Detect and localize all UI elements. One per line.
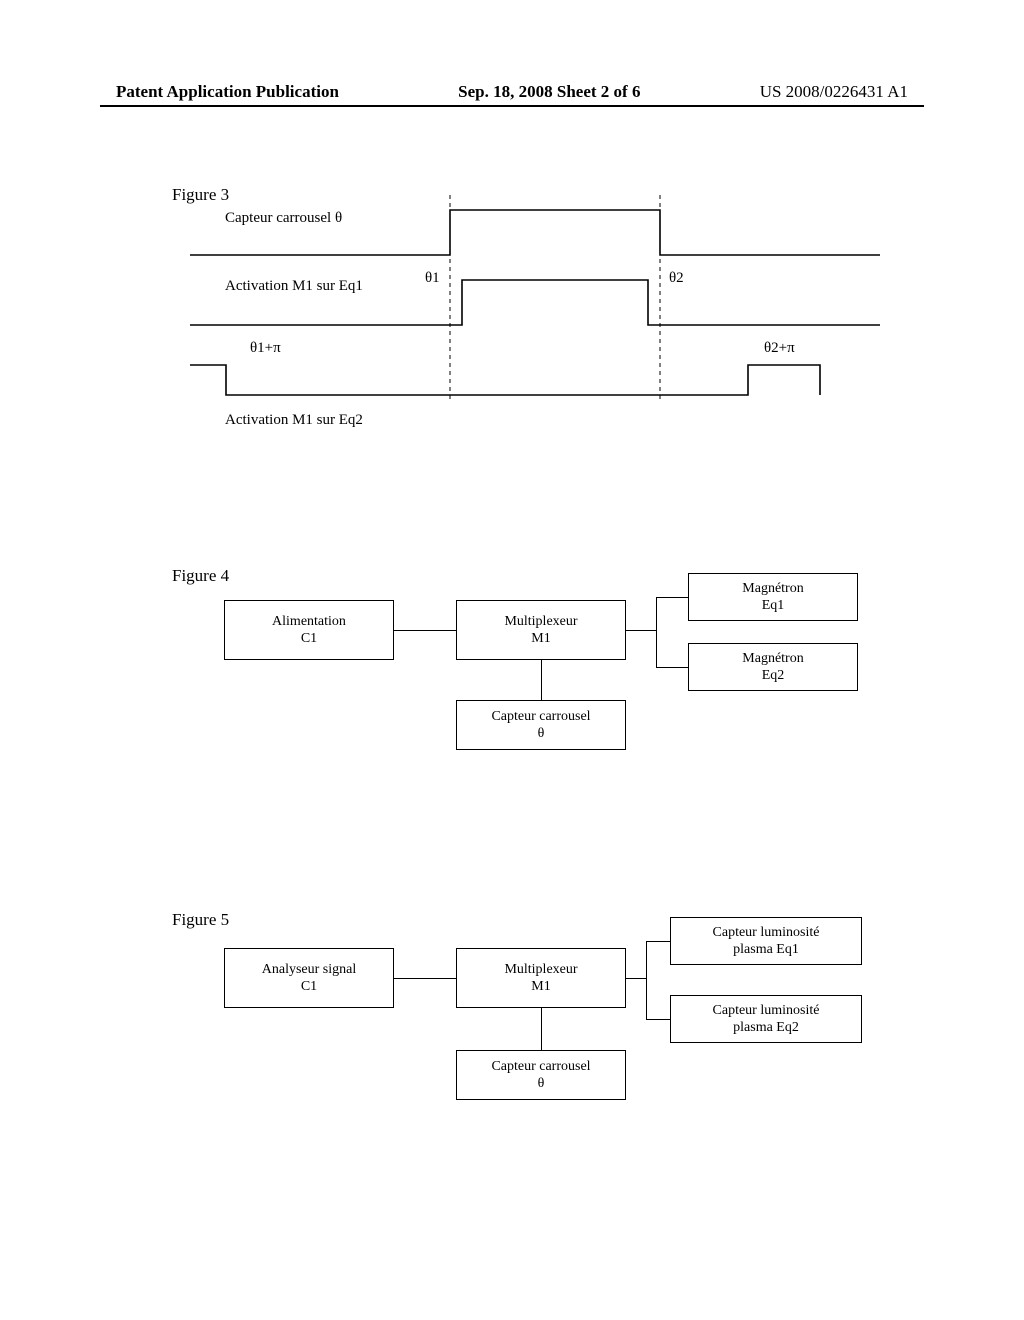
timing-svg [190, 195, 880, 405]
fig5-c1-line2: C1 [301, 979, 317, 994]
fig5-conn-to-eq2 [646, 1019, 670, 1020]
fig4-eq2-line1: Magnétron [742, 651, 803, 666]
header-center: Sep. 18, 2008 Sheet 2 of 6 [458, 82, 640, 102]
fig4-box-multiplexeur-m1: Multiplexeur M1 [456, 600, 626, 660]
fig4-conn-m1-th [541, 660, 542, 700]
fig4-eq1-line2: Eq1 [762, 598, 785, 613]
fig5-box-capteur-lum-eq2: Capteur luminosité plasma Eq2 [670, 995, 862, 1043]
fig5-eq1-line1: Capteur luminosité [713, 925, 820, 940]
fig5-box-capteur-carrousel: Capteur carrousel θ [456, 1050, 626, 1100]
fig4-box-capteur-carrousel: Capteur carrousel θ [456, 700, 626, 750]
fig4-eq2-line2: Eq2 [762, 668, 785, 683]
fig4-th-line1: Capteur carrousel [491, 709, 590, 724]
fig4-m1-line1: Multiplexeur [504, 614, 577, 629]
fig4-conn-to-eq1 [656, 597, 688, 598]
fig5-eq1-line2: plasma Eq1 [733, 942, 799, 957]
header-left: Patent Application Publication [116, 82, 339, 102]
fig5-conn-c1-m1 [394, 978, 456, 979]
fig4-th-line2: θ [538, 726, 545, 741]
page-header: Patent Application Publication Sep. 18, … [116, 82, 908, 102]
fig4-conn-c1-m1 [394, 630, 456, 631]
fig4-conn-m1-right [626, 630, 656, 631]
fig5-th-line2: θ [538, 1076, 545, 1091]
fig5-m1-line2: M1 [531, 979, 550, 994]
fig5-eq2-line2: plasma Eq2 [733, 1020, 799, 1035]
fig4-conn-fork-v [656, 597, 657, 667]
fig5-th-line1: Capteur carrousel [491, 1059, 590, 1074]
fig4-conn-to-eq2 [656, 667, 688, 668]
fig4-m1-line2: M1 [531, 631, 550, 646]
fig5-conn-to-eq1 [646, 941, 670, 942]
figure-5-title: Figure 5 [172, 910, 229, 930]
header-rule [100, 105, 924, 107]
fig5-eq2-line1: Capteur luminosité [713, 1003, 820, 1018]
header-right: US 2008/0226431 A1 [760, 82, 908, 102]
fig5-conn-fork-v [646, 941, 647, 1019]
fig5-m1-line1: Multiplexeur [504, 962, 577, 977]
fig5-box-multiplexeur-m1: Multiplexeur M1 [456, 948, 626, 1008]
fig5-c1-line1: Analyseur signal [262, 962, 356, 977]
fig5-box-analyseur-c1: Analyseur signal C1 [224, 948, 394, 1008]
figure-4-title: Figure 4 [172, 566, 229, 586]
fig4-eq1-line1: Magnétron [742, 581, 803, 596]
fig5-conn-m1-right [626, 978, 646, 979]
fig5-box-capteur-lum-eq1: Capteur luminosité plasma Eq1 [670, 917, 862, 965]
fig3-row3-label: Activation M1 sur Eq2 [225, 412, 363, 429]
fig4-box-alimentation-c1: Alimentation C1 [224, 600, 394, 660]
fig5-conn-m1-th [541, 1008, 542, 1050]
fig4-c1-line1: Alimentation [272, 614, 346, 629]
fig4-c1-line2: C1 [301, 631, 317, 646]
fig4-box-magnetron-eq2: Magnétron Eq2 [688, 643, 858, 691]
fig4-box-magnetron-eq1: Magnétron Eq1 [688, 573, 858, 621]
